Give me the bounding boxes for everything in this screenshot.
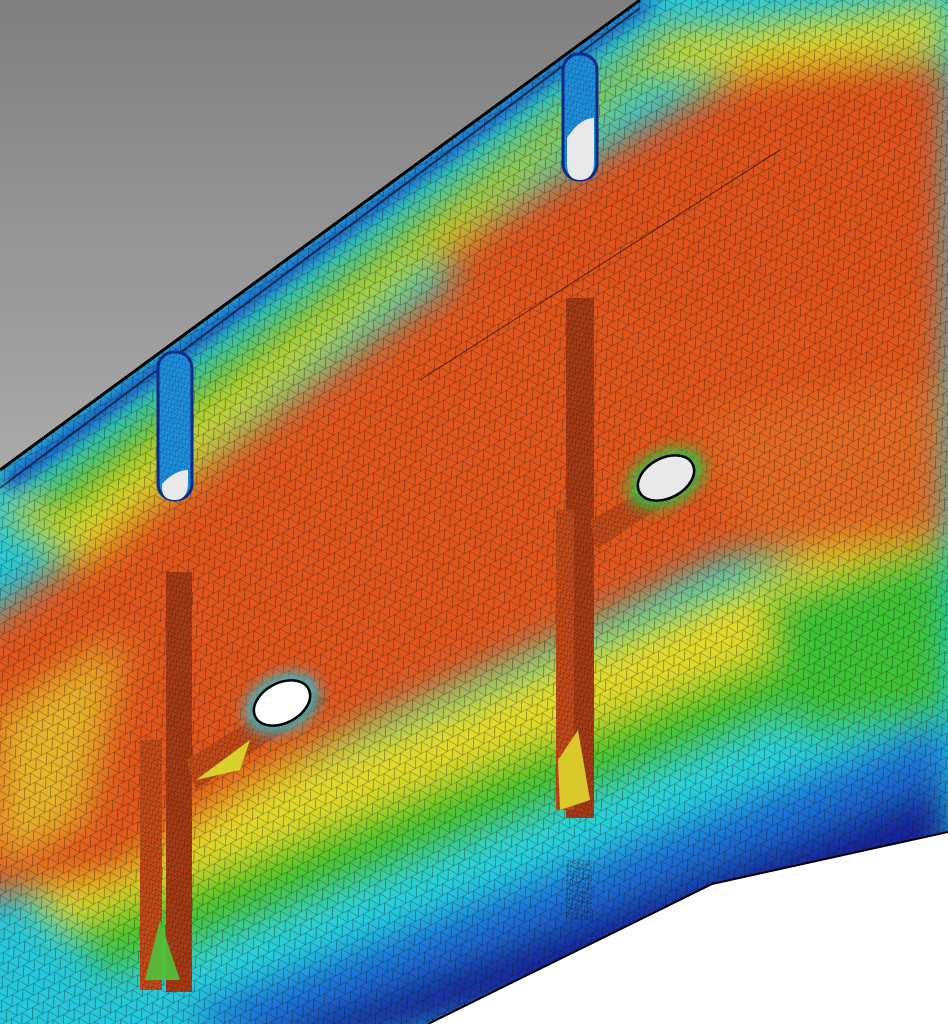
slot-left-top — [156, 350, 194, 502]
slot-right-top — [561, 52, 599, 182]
fea-viewport — [0, 0, 948, 1024]
mesh-detail — [566, 860, 592, 920]
stress-plot-canvas — [0, 0, 948, 1024]
